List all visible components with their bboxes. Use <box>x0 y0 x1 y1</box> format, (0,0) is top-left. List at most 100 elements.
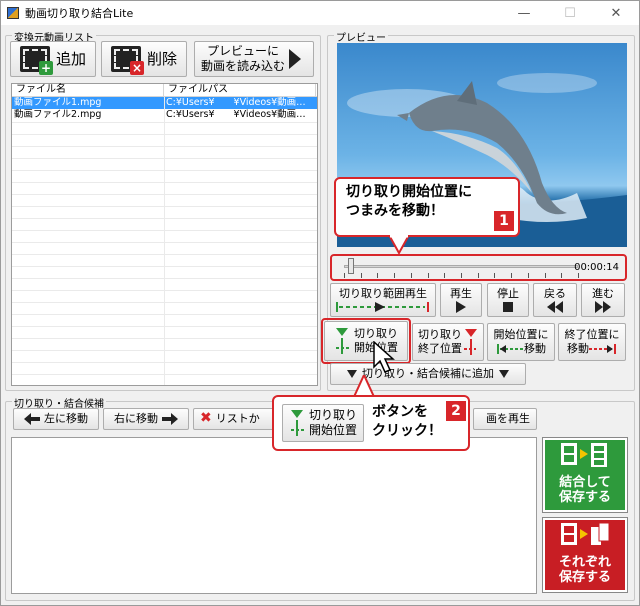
row-gridline <box>12 362 317 363</box>
row-gridline <box>12 122 317 123</box>
move-end-icon <box>589 343 616 354</box>
forward-label: 進む <box>592 287 614 301</box>
source-file-list[interactable]: ファイル名 ファイルパス 動画ファイル1.mpg C:¥Users¥ ¥Vide… <box>11 83 318 386</box>
play-button[interactable]: 再生 <box>440 283 482 317</box>
left-arrow-icon <box>24 413 40 425</box>
move-right-button[interactable]: 右に移動 <box>103 408 189 430</box>
rewind-icon <box>547 300 563 313</box>
row-gridline <box>12 254 317 255</box>
load-preview-button[interactable]: プレビューに 動画を読み込む <box>194 41 314 77</box>
move-start-line2: 移動 <box>524 342 546 355</box>
each-save-line2: 保存する <box>558 570 611 586</box>
cut-end-button[interactable]: 切り取り 終了位置 <box>412 323 484 361</box>
window-title: 動画切り取り結合Lite <box>25 7 134 20</box>
move-left-label: 左に移動 <box>44 412 88 426</box>
step2-btn-line1: 切り取り <box>308 408 357 422</box>
seek-tick <box>478 273 479 278</box>
cut-end-line1: 切り取り <box>418 328 462 342</box>
save-each-button[interactable]: それぞれ 保存する <box>542 517 628 593</box>
row-gridline <box>12 170 317 171</box>
play-candidate-label: 画を再生 <box>486 412 530 426</box>
add-button[interactable]: + 追加 <box>10 41 96 77</box>
plus-icon: + <box>38 60 53 75</box>
stop-button[interactable]: 停止 <box>487 283 529 317</box>
seek-tick <box>578 273 579 278</box>
row-gridline <box>12 290 317 291</box>
seek-track[interactable] <box>344 265 578 268</box>
file-path-cell: C:¥Users¥ ¥Videos¥動画… <box>166 97 306 108</box>
step2-number-badge: 2 <box>446 401 466 421</box>
cut-end-icon <box>464 329 477 355</box>
play-arrow-icon <box>289 49 302 69</box>
play-candidate-button[interactable]: 画を再生 <box>473 408 537 430</box>
move-left-button[interactable]: 左に移動 <box>13 408 99 430</box>
seek-tick <box>411 273 412 278</box>
move-to-end-button[interactable]: 終了位置に 移動 <box>558 323 626 361</box>
delete-button-label: 削除 <box>146 49 177 68</box>
seek-tick <box>528 273 529 278</box>
load-preview-line1: プレビューに <box>207 44 280 58</box>
row-gridline <box>12 278 317 279</box>
step1-callout: 切り取り開始位置に つまみを移動！ 1 <box>334 177 520 237</box>
row-gridline <box>12 134 317 135</box>
film-join-icon <box>561 442 607 467</box>
seek-tick <box>394 273 395 278</box>
seek-slider-frame: 00:00:14 <box>330 254 627 281</box>
range-play-button[interactable]: 切り取り範囲再生 <box>330 283 436 317</box>
column-divider <box>164 97 165 385</box>
join-save-line2: 保存する <box>558 490 611 506</box>
step2-button-image: 切り取り 開始位置 <box>282 404 364 442</box>
step1-line2: つまみを移動！ <box>346 202 444 219</box>
column-header-filepath[interactable]: ファイルパス <box>164 84 316 96</box>
step1-number-badge: 1 <box>494 211 514 231</box>
step1-line1: 切り取り開始位置に <box>346 184 472 200</box>
row-gridline <box>12 158 317 159</box>
move-to-start-button[interactable]: 開始位置に 移動 <box>487 323 555 361</box>
seek-tick <box>428 273 429 278</box>
fast-forward-icon <box>595 300 611 313</box>
app-icon <box>7 7 19 19</box>
file-path-cell: C:¥Users¥ ¥Videos¥動画… <box>166 109 306 120</box>
stop-label: 停止 <box>497 287 519 301</box>
row-gridline <box>12 314 317 315</box>
mouse-cursor-icon <box>373 341 395 373</box>
join-save-line1: 結合して <box>559 474 611 490</box>
remove-label: リストか <box>215 412 260 426</box>
move-end-line1: 終了位置に <box>564 328 620 342</box>
row-gridline <box>12 302 317 303</box>
list-header: ファイル名 ファイルパス <box>12 84 317 97</box>
film-add-icon: + <box>19 46 53 75</box>
join-and-save-button[interactable]: 結合して 保存する <box>542 437 628 513</box>
step2-line2: クリック！ <box>372 422 442 439</box>
move-right-label: 右に移動 <box>114 412 158 426</box>
close-button[interactable]: ✕ <box>593 1 639 25</box>
delete-button[interactable]: × 削除 <box>101 41 187 77</box>
cut-end-line2: 終了位置 <box>418 342 462 355</box>
each-save-line1: それぞれ <box>558 554 611 570</box>
maximize-button[interactable]: ☐ <box>547 1 593 25</box>
down-arrow-icon <box>499 370 509 378</box>
forward-button[interactable]: 進む <box>581 283 625 317</box>
remove-from-list-button[interactable]: ✖ リストか <box>193 408 279 430</box>
step1-callout-pointer <box>389 235 409 255</box>
row-gridline <box>12 242 317 243</box>
candidate-list[interactable] <box>11 437 537 594</box>
row-gridline <box>12 146 317 147</box>
film-delete-icon: × <box>110 46 144 75</box>
range-play-icon <box>336 301 429 312</box>
back-button[interactable]: 戻る <box>533 283 577 317</box>
seek-thumb[interactable] <box>348 258 355 274</box>
row-gridline <box>12 194 317 195</box>
row-gridline <box>12 218 317 219</box>
row-gridline <box>12 230 317 231</box>
column-header-filename[interactable]: ファイル名 <box>12 84 164 96</box>
preview-label: プレビュー <box>334 29 388 44</box>
minimize-button[interactable]: — <box>501 1 547 25</box>
seek-tick <box>461 273 462 278</box>
row-gridline <box>12 206 317 207</box>
cut-start-icon <box>290 410 305 436</box>
step2-btn-line2: 開始位置 <box>308 423 357 437</box>
step2-line1: ボタンを <box>372 404 428 420</box>
back-label: 戻る <box>544 287 566 301</box>
file-name-cell: 動画ファイル2.mpg <box>14 109 102 120</box>
